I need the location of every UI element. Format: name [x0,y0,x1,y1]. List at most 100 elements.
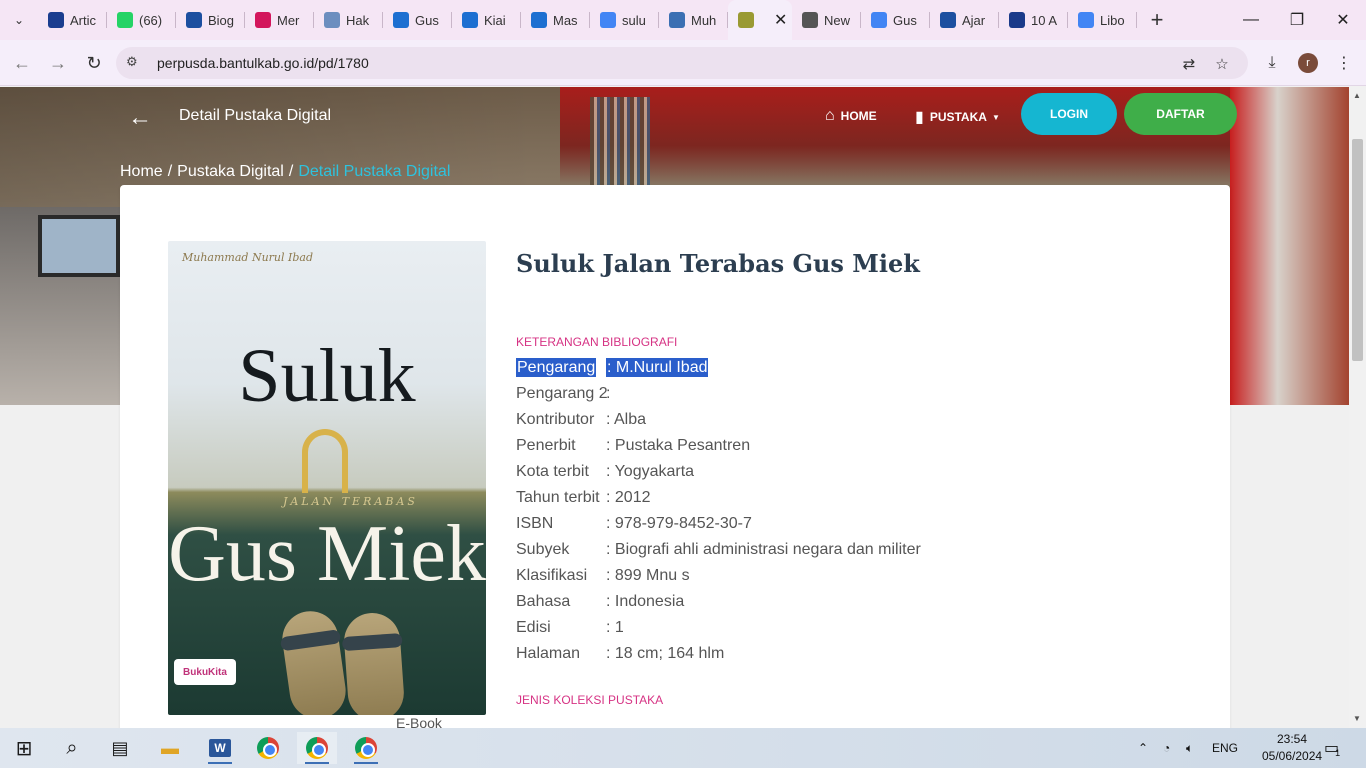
bibliography-value-text: : Yogyakarta [606,463,695,480]
scroll-thumb[interactable] [1352,139,1363,361]
browser-tab[interactable]: sulu [590,0,659,40]
nav-pustaka-dropdown[interactable]: ▮ PUSTAKA ▼ [915,107,1000,127]
translate-icon[interactable]: ⇄ [1178,53,1200,75]
reload-icon[interactable]: ↻ [79,48,109,78]
bibliography-value-text: : 978-979-8452-30-7 [606,515,752,532]
browser-tab[interactable]: Mas [521,0,590,40]
browser-tab-label: 10 A [1031,12,1058,28]
profile-avatar[interactable]: r [1298,53,1318,73]
restore-icon[interactable]: ❐ [1274,0,1320,40]
book-cover-image: Muhammad Nurul Ibad Suluk JALAN TERABAS … [168,241,486,715]
bibliography-key: Bahasa [516,593,606,611]
browser-tab[interactable]: Biog [176,0,245,40]
forward-icon[interactable]: → [43,48,73,78]
browser-tab[interactable]: Mer [245,0,314,40]
bibliography-value-text: : 18 cm; 164 hlm [606,645,725,662]
notification-icon[interactable]: ▭ 1 [1324,728,1340,768]
browser-tab[interactable]: Ajar [930,0,999,40]
p-icon [1009,12,1025,28]
ro-icon [48,12,64,28]
url-text[interactable]: perpusda.bantulkab.go.id/pd/1780 [157,55,369,71]
browser-tab-label: sulu [622,12,646,28]
chrome-profile-icon[interactable] [297,732,337,764]
scroll-down-icon[interactable]: ▼ [1353,714,1361,723]
nav-home-link[interactable]: ⌂ HOME [825,107,877,125]
bibliography-row: Klasifikasi: 899 Mnu s [516,563,921,589]
windows-start-icon[interactable]: ⊞ [4,732,44,764]
system-clock[interactable]: 23:54 05/06/2024 [1262,731,1322,765]
breadcrumb-parent[interactable]: Pustaka Digital [177,163,284,181]
nav-home-label: HOME [840,109,877,123]
bibliography-key-text: Pengarang [516,358,597,377]
browser-tab-label: Mas [553,12,578,28]
network-icon[interactable]: ◔ [1163,728,1170,768]
menu-kebab-icon[interactable]: ⋮ [1332,51,1356,75]
address-bar[interactable]: ⚙ perpusda.bantulkab.go.id/pd/1780 ⇄ ☆ [116,47,1248,79]
browser-tab[interactable]: (66) [107,0,176,40]
bibliography-key-text: Tahun terbit [516,489,600,506]
bibliography-key-text: Kontributor [516,411,595,428]
browser-tab[interactable]: Gus [861,0,930,40]
notification-count: 1 [1335,748,1341,758]
bibliography-key-text: Bahasa [516,593,571,610]
search-icon[interactable]: ⌕ [52,732,92,764]
bookmark-star-icon[interactable]: ☆ [1211,53,1233,75]
google-icon [600,12,616,28]
google-icon [871,12,887,28]
caret-down-icon: ▼ [991,112,1000,122]
volume-icon[interactable]: 🔈︎ [1186,728,1193,768]
close-window-icon[interactable]: ✕ [1320,0,1366,40]
bibliography-row: Bahasa : Indonesia [516,589,921,615]
word-icon[interactable]: W [200,732,240,764]
login-button[interactable]: LOGIN [1021,93,1117,135]
breadcrumb-separator: / [167,163,173,180]
bibliography-key: Edisi [516,619,606,637]
browser-tab[interactable]: Muh [659,0,728,40]
browser-tab[interactable]: New [792,0,861,40]
file-explorer-icon[interactable]: ▬ [150,732,190,764]
home-icon: ⌂ [825,107,835,124]
browser-tab-label: Artic [70,12,96,28]
tray-chevron-icon[interactable]: ⌃ [1138,728,1148,768]
new-tab-button[interactable]: + [1137,0,1177,40]
browser-tab[interactable]: Gus [383,0,452,40]
sandal-strap [279,629,342,652]
browser-tab[interactable]: Artic [38,0,107,40]
language-indicator[interactable]: ENG [1212,728,1238,768]
back-icon[interactable]: ← [7,48,37,78]
bibliography-row: Kontributor: Alba [516,407,921,433]
bibliography-row: Edisi: 1 [516,615,921,641]
chrome-icon[interactable] [346,732,386,764]
chrome-icon[interactable] [248,732,288,764]
bibliography-value-text: : Pustaka Pesantren [606,437,751,454]
chrome-icon [802,12,818,28]
bibliography-value: : Indonesia [606,593,684,611]
bibliography-row: ISBN: 978-979-8452-30-7 [516,511,921,537]
browser-tab[interactable]: ✕ [728,0,792,40]
close-tab-icon[interactable]: ✕ [774,10,787,30]
bibliography-key: Tahun terbit [516,489,606,507]
browser-tab[interactable]: Hak [314,0,383,40]
download-icon[interactable]: ⤓ [1260,51,1284,75]
site-info-icon[interactable]: ⚙ [126,54,142,70]
browser-tab[interactable]: Kiai [452,0,521,40]
back-arrow-icon[interactable]: ← [128,104,152,131]
browser-tab-label: (66) [139,12,163,28]
task-view-icon[interactable]: ▤ [100,732,140,764]
page-scrollbar[interactable]: ▲ ▼ [1349,87,1366,728]
hero-background-monitor [38,215,120,277]
puzzle-icon [324,12,340,28]
page-heading: Detail Pustaka Digital [179,107,332,124]
register-button[interactable]: DAFTAR [1124,93,1237,135]
page-viewport: ← Detail Pustaka Digital ⌂ HOME ▮ PUSTAK… [0,87,1349,728]
bibliography-value: : 2012 [606,489,650,507]
bibliography-key: Kontributor [516,411,606,429]
scroll-up-icon[interactable]: ▲ [1353,91,1361,100]
browser-tab[interactable]: 10 A [999,0,1068,40]
cover-author: Muhammad Nurul Ibad [182,251,314,264]
tab-search-chevron-icon[interactable]: ⌄ [0,0,38,40]
browser-tab[interactable]: Libo [1068,0,1137,40]
minimize-icon[interactable]: — [1228,0,1274,40]
bibliography-table: Pengarang: M.Nurul Ibad Pengarang 2: Kontr… [516,355,921,667]
breadcrumb-home[interactable]: Home [120,163,163,181]
